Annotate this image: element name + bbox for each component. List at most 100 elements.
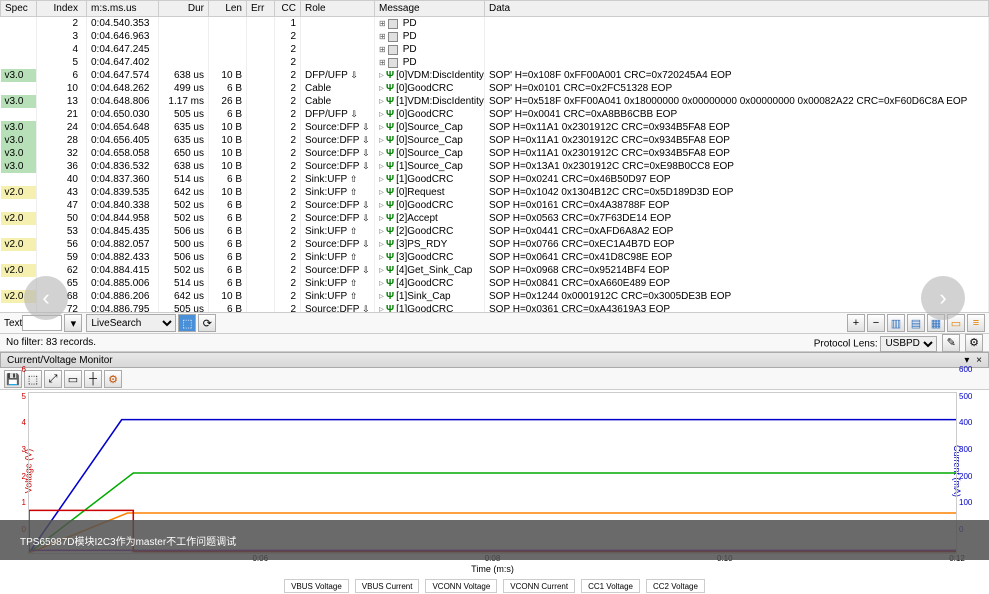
packet-row[interactable]: 210:04.650.030505 us6 B2DFP/UFP ▹ Ψ [0]G… <box>1 108 989 121</box>
tool-list-icon[interactable]: ≡ <box>967 314 985 332</box>
monitor-panel-header: Current/Voltage Monitor ▾ × <box>0 352 989 368</box>
packet-row[interactable]: v3.060:04.647.574638 us10 B2DFP/UFP ▹ Ψ … <box>1 69 989 82</box>
packet-row[interactable]: v3.0360:04.836.532638 us10 B2Source:DFP … <box>1 160 989 173</box>
arrow-up-icon <box>350 174 358 185</box>
filter-bar: Text ▾ LiveSearch ⬚ ⟳ + − ▥ ▤ ▦ ▭ ≡ <box>0 312 989 334</box>
arrow-down-icon <box>362 122 370 133</box>
usb-icon: Ψ <box>386 109 394 120</box>
pd-icon <box>388 58 398 68</box>
packet-row[interactable]: v2.0560:04.882.057500 us6 B2Source:DFP ▹… <box>1 238 989 251</box>
layout2-icon[interactable]: ▤ <box>907 314 925 332</box>
pd-icon <box>388 32 398 42</box>
layout1-icon[interactable]: ▥ <box>887 314 905 332</box>
col-header-role[interactable]: Role <box>301 1 375 17</box>
packet-row[interactable]: v3.0130:04.648.8061.17 ms26 B2Cable▹ Ψ [… <box>1 95 989 108</box>
chart-zoom-box-icon[interactable]: ⬚ <box>24 370 42 388</box>
legend-item[interactable]: CC1 Voltage <box>581 579 640 593</box>
usb-icon: Ψ <box>386 291 394 302</box>
legend-item[interactable]: CC2 Voltage <box>646 579 705 593</box>
add-button[interactable]: + <box>847 314 865 332</box>
col-header-data[interactable]: Data <box>485 1 989 17</box>
col-header-dur[interactable]: Dur <box>159 1 209 17</box>
usb-icon: Ψ <box>386 70 394 81</box>
arrow-down-icon <box>362 161 370 172</box>
livesearch-select[interactable]: LiveSearch <box>86 314 176 332</box>
packet-grid[interactable]: SpecIndexm:s.ms.usDurLenErrCCRoleMessage… <box>0 0 989 312</box>
filter-text-label: Text <box>4 318 22 329</box>
packet-row[interactable]: v3.0320:04.658.058650 us10 B2Source:DFP … <box>1 147 989 160</box>
expand-icon[interactable]: ⊞ <box>379 45 386 54</box>
packet-row[interactable]: v2.0500:04.844.958502 us6 B2Source:DFP ▹… <box>1 212 989 225</box>
packet-row[interactable]: 100:04.648.262499 us6 B2Cable▹ Ψ [0]Good… <box>1 82 989 95</box>
lens-tool1-icon[interactable]: ✎ <box>942 334 960 352</box>
chart-settings-icon[interactable]: ⚙ <box>104 370 122 388</box>
monitor-title: Current/Voltage Monitor <box>7 355 113 365</box>
chart-legend: VBUS Voltage VBUS Current VCONN Voltage VCO… <box>0 578 989 594</box>
col-header-index[interactable]: Index <box>37 1 87 17</box>
usb-icon: Ψ <box>386 96 394 107</box>
gallery-next-button[interactable]: › <box>921 276 965 320</box>
chart-zoom-fit-icon[interactable]: ⤢ <box>44 370 62 388</box>
packet-row[interactable]: v3.0280:04.656.405635 us10 B2Source:DFP … <box>1 134 989 147</box>
filter-apply-icon[interactable]: ⬚ <box>178 314 196 332</box>
pd-icon <box>388 19 398 29</box>
packet-row[interactable]: 720:04.886.795505 us6 B2Source:DFP ▹ Ψ [… <box>1 303 989 312</box>
packet-row[interactable]: 470:04.840.338502 us6 B2Source:DFP ▹ Ψ [… <box>1 199 989 212</box>
gallery-prev-button[interactable]: ‹ <box>24 276 68 320</box>
arrow-down-icon <box>362 135 370 146</box>
protocol-lens-select[interactable]: USBPD <box>880 336 937 352</box>
packet-row[interactable]: 30:04.646.9632⊞ PD <box>1 30 989 43</box>
packet-row[interactable]: v2.0620:04.884.415502 us6 B2Source:DFP ▹… <box>1 264 989 277</box>
legend-item[interactable]: VCONN Current <box>503 579 575 593</box>
packet-row[interactable]: 530:04.845.435506 us6 B2Sink:UFP ▹ Ψ [2]… <box>1 225 989 238</box>
col-header-err[interactable]: Err <box>247 1 275 17</box>
usb-icon: Ψ <box>386 278 394 289</box>
arrow-up-icon <box>350 187 358 198</box>
caption-overlay: TPS65987D模块I2C3作为master不工作问题调试 <box>0 520 989 560</box>
pd-icon <box>388 45 398 55</box>
usb-icon: Ψ <box>386 122 394 133</box>
arrow-down-icon <box>362 213 370 224</box>
usb-icon: Ψ <box>386 161 394 172</box>
expand-icon[interactable]: ⊞ <box>379 58 386 67</box>
usb-icon: Ψ <box>386 174 394 185</box>
packet-row[interactable]: 400:04.837.360514 us6 B2Sink:UFP ▹ Ψ [1]… <box>1 173 989 186</box>
usb-icon: Ψ <box>386 135 394 146</box>
chart-cursor-icon[interactable]: ┼ <box>84 370 102 388</box>
arrow-down-icon <box>362 148 370 159</box>
col-header-len[interactable]: Len <box>209 1 247 17</box>
x-axis-label: Time (m:s) <box>471 564 514 574</box>
expand-icon[interactable]: ⊞ <box>379 32 386 41</box>
packet-row[interactable]: 590:04.882.433506 us6 B2Sink:UFP ▹ Ψ [3]… <box>1 251 989 264</box>
col-header-cc[interactable]: CC <box>275 1 301 17</box>
legend-item[interactable]: VCONN Voltage <box>425 579 497 593</box>
chart-save-icon[interactable]: 💾 <box>4 370 22 388</box>
protocol-lens-label: Protocol Lens: <box>814 338 878 349</box>
packet-row[interactable]: 20:04.540.3531⊞ PD <box>1 17 989 31</box>
filter-clear-icon[interactable]: ⟳ <box>198 314 216 332</box>
arrow-down-icon <box>362 200 370 211</box>
packet-row[interactable]: v3.0240:04.654.648635 us10 B2Source:DFP … <box>1 121 989 134</box>
legend-item[interactable]: VBUS Current <box>355 579 420 593</box>
packet-row[interactable]: v2.0430:04.839.535642 us10 B2Sink:UFP ▹ … <box>1 186 989 199</box>
chart-zoom-region-icon[interactable]: ▭ <box>64 370 82 388</box>
packet-row[interactable]: v2.0680:04.886.206642 us10 B2Sink:UFP ▹ … <box>1 290 989 303</box>
arrow-down-icon <box>362 304 370 312</box>
col-header-message[interactable]: Message <box>375 1 485 17</box>
usb-icon: Ψ <box>386 83 394 94</box>
legend-item[interactable]: VBUS Voltage <box>284 579 349 593</box>
expand-icon[interactable]: ⊞ <box>379 19 386 28</box>
usb-icon: Ψ <box>386 304 394 312</box>
panel-close-icon[interactable]: × <box>976 355 982 366</box>
col-header-msmsus[interactable]: m:s.ms.us <box>87 1 159 17</box>
lens-tool2-icon[interactable]: ⚙ <box>965 334 983 352</box>
remove-button[interactable]: − <box>867 314 885 332</box>
packet-row[interactable]: 650:04.885.006514 us6 B2Sink:UFP ▹ Ψ [4]… <box>1 277 989 290</box>
status-bar: No filter: 83 records. Protocol Lens: US… <box>0 334 989 352</box>
arrow-up-icon <box>350 278 358 289</box>
packet-row[interactable]: 50:04.647.4022⊞ PD <box>1 56 989 69</box>
col-header-spec[interactable]: Spec <box>1 1 37 17</box>
filter-dropdown-icon[interactable]: ▾ <box>64 314 82 332</box>
usb-icon: Ψ <box>386 252 394 263</box>
packet-row[interactable]: 40:04.647.2452⊞ PD <box>1 43 989 56</box>
